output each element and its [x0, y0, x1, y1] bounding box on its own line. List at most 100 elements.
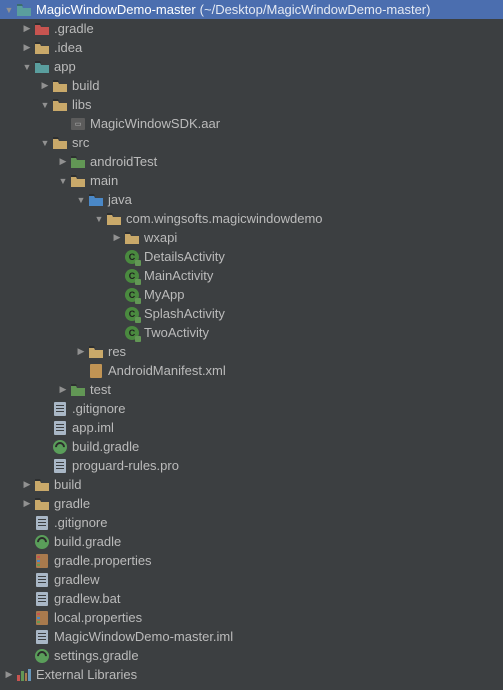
- external-libraries-icon: [16, 667, 32, 683]
- gradle-properties[interactable]: gradle.properties: [0, 551, 503, 570]
- project-root-row[interactable]: ▼ MagicWindowDemo-master (~/Desktop/Magi…: [0, 0, 503, 19]
- expand-arrow[interactable]: ▼: [38, 98, 52, 112]
- file-icon: [52, 401, 68, 417]
- androidtest-folder[interactable]: ▶ androidTest: [0, 152, 503, 171]
- gradlew[interactable]: gradlew: [0, 570, 503, 589]
- expand-arrow[interactable]: ▶: [56, 383, 70, 397]
- res-folder[interactable]: ▶ res: [0, 342, 503, 361]
- tree-item-label: app: [54, 59, 76, 74]
- class-myapp[interactable]: MyApp: [0, 285, 503, 304]
- tree-item-label: .idea: [54, 40, 82, 55]
- build-gradle-root[interactable]: build.gradle: [0, 532, 503, 551]
- folder-icon: [52, 78, 68, 94]
- expand-arrow[interactable]: ▶: [110, 231, 124, 245]
- tree-item-label: res: [108, 344, 126, 359]
- package-folder[interactable]: ▼com.wingsofts.magicwindowdemo: [0, 209, 503, 228]
- wxapi-folder[interactable]: ▶ wxapi: [0, 228, 503, 247]
- expand-arrow[interactable]: ▼: [74, 193, 88, 207]
- tree-item-label: MainActivity: [144, 268, 213, 283]
- folder-icon: [34, 21, 50, 37]
- prop-icon: [34, 553, 50, 569]
- class-splash[interactable]: SplashActivity: [0, 304, 503, 323]
- file-icon: [34, 572, 50, 588]
- tree-item-label: build: [54, 477, 81, 492]
- tree-item-label: TwoActivity: [144, 325, 209, 340]
- file-icon: [52, 420, 68, 436]
- tree-item-label: gradlew: [54, 572, 100, 587]
- prop-icon: [34, 610, 50, 626]
- main-folder[interactable]: ▼ main: [0, 171, 503, 190]
- expand-arrow[interactable]: ▶: [20, 22, 34, 36]
- class-two[interactable]: TwoActivity: [0, 323, 503, 342]
- gradlew-bat[interactable]: gradlew.bat: [0, 589, 503, 608]
- local-properties[interactable]: local.properties: [0, 608, 503, 627]
- build-root[interactable]: ▶ build: [0, 475, 503, 494]
- tree-item-label: main: [90, 173, 118, 188]
- class-icon: [124, 268, 140, 284]
- app-module[interactable]: ▼ app: [0, 57, 503, 76]
- expand-arrow[interactable]: ▼: [38, 136, 52, 150]
- tree-item-label: libs: [72, 97, 92, 112]
- class-icon: [124, 287, 140, 303]
- expand-arrow[interactable]: ▶: [20, 478, 34, 492]
- tree-item-label: gradlew.bat: [54, 591, 121, 606]
- idea-folder[interactable]: ▶ .idea: [0, 38, 503, 57]
- tree-item-label: androidTest: [90, 154, 157, 169]
- gitignore-app[interactable]: .gitignore: [0, 399, 503, 418]
- folder-icon: [34, 40, 50, 56]
- project-path: (~/Desktop/MagicWindowDemo-master): [200, 2, 431, 17]
- tree-item-label: app.iml: [72, 420, 114, 435]
- build-gradle-app[interactable]: build.gradle: [0, 437, 503, 456]
- proguard-file[interactable]: proguard-rules.pro: [0, 456, 503, 475]
- tree-item-label: wxapi: [144, 230, 177, 245]
- class-icon: [124, 249, 140, 265]
- expand-arrow[interactable]: ▶: [38, 79, 52, 93]
- test-folder[interactable]: ▶test: [0, 380, 503, 399]
- project-iml[interactable]: MagicWindowDemo-master.iml: [0, 627, 503, 646]
- tree-item-label: local.properties: [54, 610, 142, 625]
- folder-icon: [88, 344, 104, 360]
- manifest-file[interactable]: AndroidManifest.xml: [0, 361, 503, 380]
- class-main[interactable]: MainActivity: [0, 266, 503, 285]
- tree-item-label: SplashActivity: [144, 306, 225, 321]
- class-details[interactable]: DetailsActivity: [0, 247, 503, 266]
- expand-arrow[interactable]: ▶: [20, 41, 34, 55]
- folder-icon: [34, 477, 50, 493]
- build-folder[interactable]: ▶ build: [0, 76, 503, 95]
- expand-arrow[interactable]: ▼: [20, 60, 34, 74]
- class-icon: [124, 306, 140, 322]
- java-folder[interactable]: ▼java: [0, 190, 503, 209]
- tree-item-label: .gitignore: [72, 401, 125, 416]
- expand-arrow[interactable]: ▶: [20, 497, 34, 511]
- tree-item-label: build: [72, 78, 99, 93]
- expand-arrow[interactable]: ▼: [2, 3, 16, 17]
- project-tree: ▶.gradle▶.idea▼app▶build▼libsMagicWindow…: [0, 19, 503, 665]
- tree-item-label: src: [72, 135, 89, 150]
- gradle-icon: [34, 648, 50, 664]
- libs-folder[interactable]: ▼ libs: [0, 95, 503, 114]
- gradle-root[interactable]: ▶gradle: [0, 494, 503, 513]
- expand-arrow[interactable]: ▶: [56, 155, 70, 169]
- tree-item-label: .gitignore: [54, 515, 107, 530]
- folder-icon: [52, 97, 68, 113]
- tree-item-label: .gradle: [54, 21, 94, 36]
- expand-arrow[interactable]: ▶: [74, 345, 88, 359]
- expand-arrow[interactable]: ▼: [56, 174, 70, 188]
- expand-arrow[interactable]: ▶: [2, 668, 16, 682]
- folder-icon: [70, 382, 86, 398]
- aar-file[interactable]: MagicWindowSDK.aar: [0, 114, 503, 133]
- src-folder[interactable]: ▼ src: [0, 133, 503, 152]
- tree-item-label: MagicWindowSDK.aar: [90, 116, 220, 131]
- tree-item-label: settings.gradle: [54, 648, 139, 663]
- expand-arrow[interactable]: ▼: [92, 212, 106, 226]
- app-iml[interactable]: app.iml: [0, 418, 503, 437]
- xml-icon: [88, 363, 104, 379]
- gradle-folder[interactable]: ▶ .gradle: [0, 19, 503, 38]
- gitignore-root[interactable]: .gitignore: [0, 513, 503, 532]
- tree-item-label: build.gradle: [72, 439, 139, 454]
- tree-item-label: gradle.properties: [54, 553, 152, 568]
- external-libraries-row[interactable]: ▶ External Libraries: [0, 665, 503, 684]
- settings-gradle[interactable]: settings.gradle: [0, 646, 503, 665]
- tree-item-label: MyApp: [144, 287, 184, 302]
- folder-icon: [88, 192, 104, 208]
